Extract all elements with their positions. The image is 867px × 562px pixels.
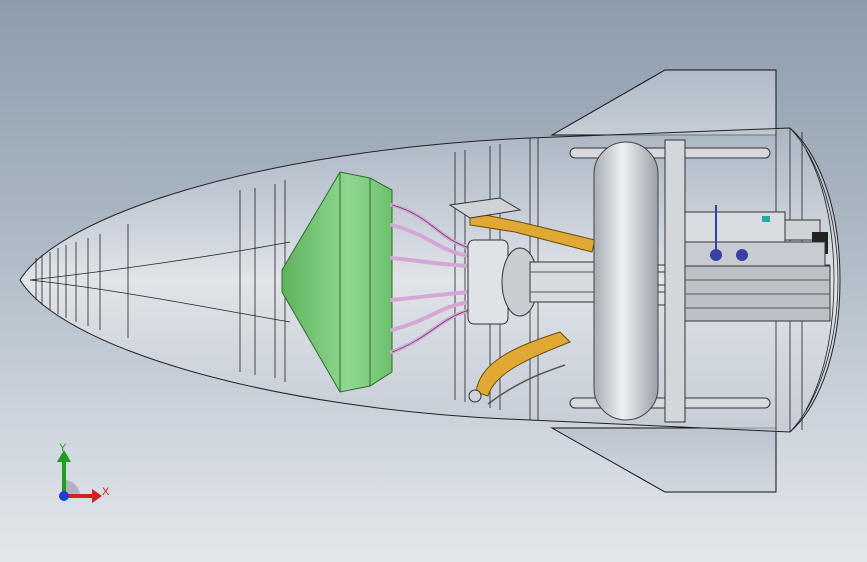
pressure-tank bbox=[593, 141, 659, 421]
rocket-model-icon[interactable] bbox=[0, 0, 867, 562]
mount-plate bbox=[664, 139, 686, 423]
electronics-module bbox=[684, 205, 831, 322]
upper-fin bbox=[550, 69, 777, 136]
cad-viewport[interactable]: Y X bbox=[0, 0, 867, 562]
x-axis-label: X bbox=[102, 486, 110, 498]
lower-fin bbox=[550, 427, 777, 493]
axis-triad: Y X bbox=[40, 440, 120, 510]
z-axis-dot bbox=[59, 491, 69, 501]
y-axis-label: Y bbox=[59, 442, 67, 454]
